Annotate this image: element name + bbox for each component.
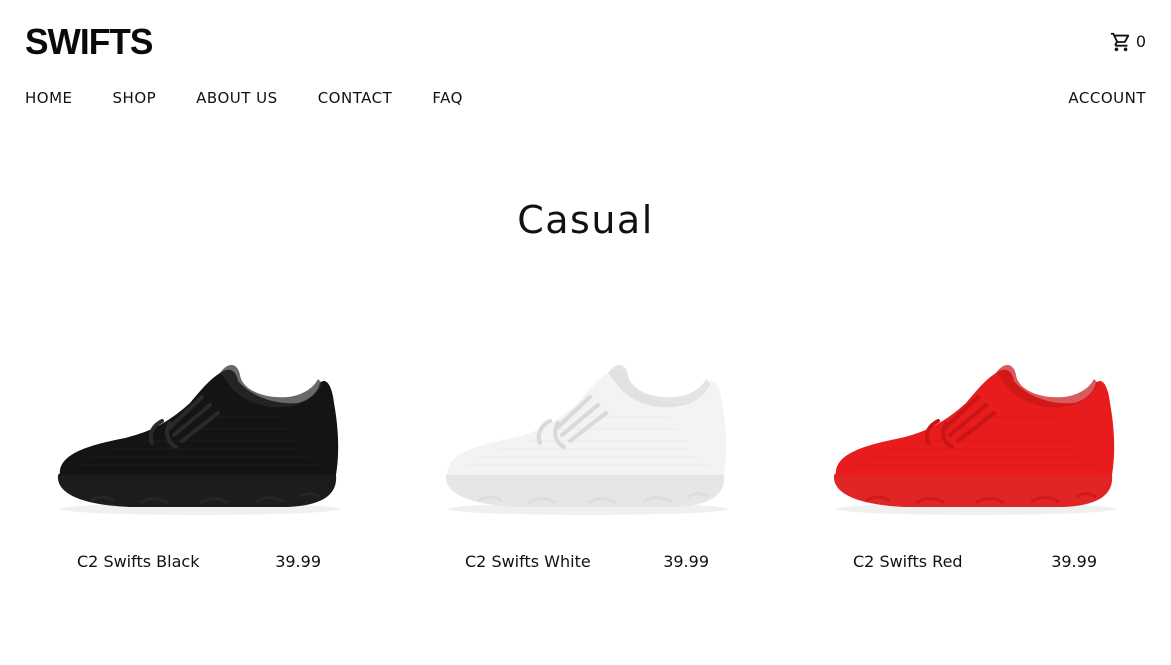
main-nav: HOME SHOP ABOUT US CONTACT FAQ: [25, 89, 463, 107]
product-card[interactable]: C2 Swifts Red 39.99: [826, 325, 1120, 572]
product-price: 39.99: [275, 552, 321, 571]
product-image[interactable]: [826, 325, 1120, 540]
page-title: Casual: [517, 198, 654, 242]
product-grid: C2 Swifts Black 39.99 C2 Swifts White 39…: [50, 325, 1120, 572]
product-name: C2 Swifts Red: [853, 552, 963, 571]
sneaker-image: [57, 364, 340, 515]
sneaker-image: [445, 364, 728, 515]
product-name: C2 Swifts White: [465, 552, 591, 571]
product-card[interactable]: C2 Swifts White 39.99: [438, 325, 732, 572]
product-name: C2 Swifts Black: [77, 552, 200, 571]
product-price: 39.99: [663, 552, 709, 571]
nav-home[interactable]: HOME: [25, 89, 73, 107]
cart-button[interactable]: 0: [1110, 31, 1146, 53]
nav-contact[interactable]: CONTACT: [318, 89, 393, 107]
site-logo[interactable]: SWIFTS: [25, 24, 153, 60]
nav-about-us[interactable]: ABOUT US: [196, 89, 278, 107]
product-price: 39.99: [1051, 552, 1097, 571]
product-image[interactable]: [50, 325, 344, 540]
nav-shop[interactable]: SHOP: [113, 89, 157, 107]
product-card[interactable]: C2 Swifts Black 39.99: [50, 325, 344, 572]
nav-faq[interactable]: FAQ: [432, 89, 463, 107]
sneaker-image: [833, 364, 1116, 515]
product-image[interactable]: [438, 325, 732, 540]
account-link[interactable]: ACCOUNT: [1068, 89, 1146, 107]
cart-count: 0: [1135, 32, 1146, 51]
cart-icon: [1110, 31, 1132, 53]
